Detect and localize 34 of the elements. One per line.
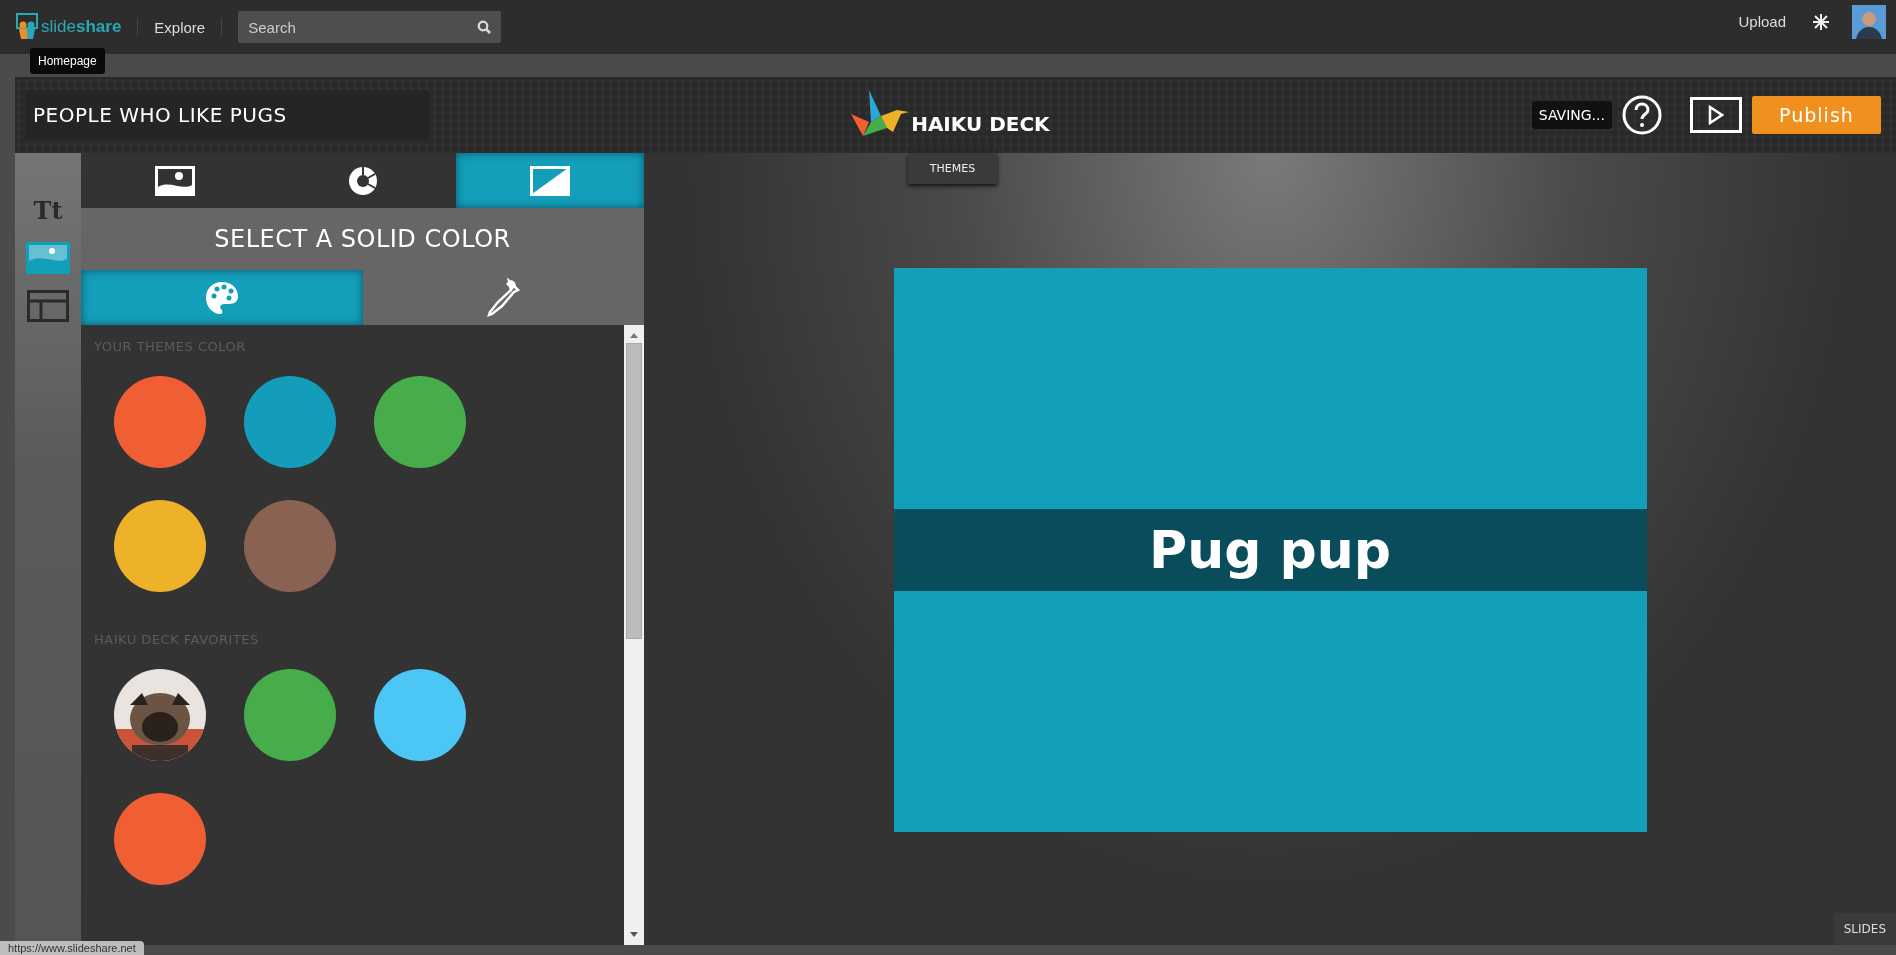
logo-text[interactable]: slideshare <box>41 17 122 37</box>
scrollbar-thumb[interactable] <box>626 343 642 639</box>
image-icon <box>26 242 70 274</box>
image-icon <box>154 165 195 196</box>
solid-color-icon <box>530 165 571 196</box>
saving-status: SAVING... <box>1531 101 1612 129</box>
pattern-icon <box>347 165 378 196</box>
palette-icon <box>203 279 240 316</box>
slide[interactable]: Pug pup <box>893 268 1647 832</box>
scroll-up-icon[interactable] <box>629 331 639 339</box>
slide-caption[interactable]: Pug pup <box>893 509 1647 591</box>
play-icon <box>1708 105 1724 125</box>
layout-tool[interactable] <box>26 289 70 323</box>
eyedropper-icon <box>485 277 522 318</box>
avatar[interactable] <box>1852 5 1886 39</box>
play-button[interactable] <box>1690 97 1742 133</box>
logo-icon[interactable] <box>15 13 39 41</box>
color-tab[interactable] <box>81 270 363 325</box>
image-tool[interactable] <box>26 241 70 275</box>
search-icon[interactable] <box>477 20 492 34</box>
deck-title[interactable]: PEOPLE WHO LIKE PUGS <box>25 90 429 140</box>
help-icon[interactable] <box>1622 95 1662 135</box>
status-url: https://www.slideshare.net <box>0 941 144 955</box>
slides-button[interactable]: SLIDES <box>1833 913 1896 945</box>
upload-link[interactable]: Upload <box>1738 12 1786 30</box>
nav-link[interactable]: Explore <box>154 18 206 36</box>
sparkle-icon[interactable] <box>1812 13 1830 31</box>
panel-title: SELECT A SOLID COLOR <box>81 208 644 270</box>
search-field[interactable]: Search <box>238 11 502 43</box>
tooltip: Homepage <box>30 48 105 74</box>
scroll-down-icon[interactable] <box>629 931 639 939</box>
layout-icon <box>27 290 69 322</box>
logo-text: HAIKU DECK <box>911 112 1050 136</box>
themes-tab[interactable]: THEMES <box>908 153 997 184</box>
